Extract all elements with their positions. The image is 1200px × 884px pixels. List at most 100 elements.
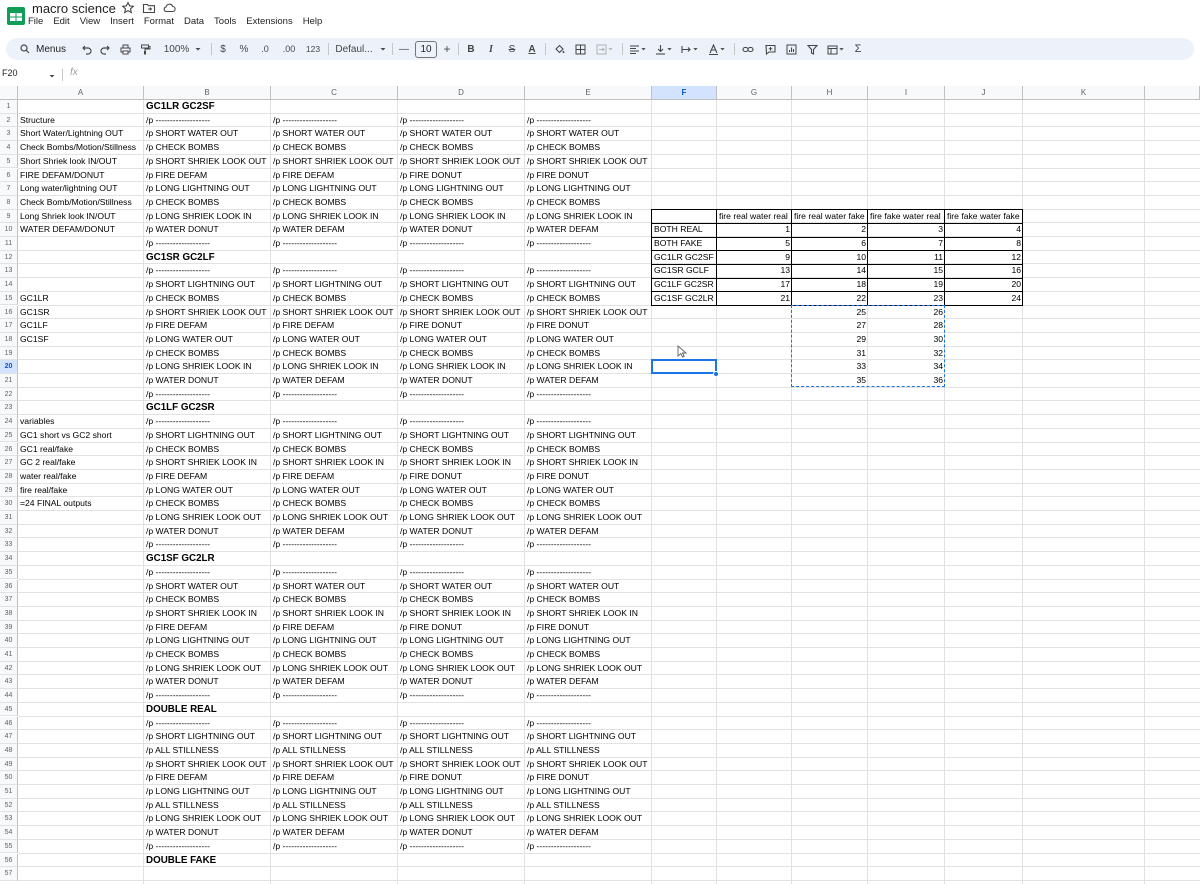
table-value-cell[interactable]: 16 (945, 264, 1023, 278)
cell[interactable]: Check Bomb/Motion/Stillness (18, 196, 144, 210)
table-value-cell[interactable]: 24 (945, 292, 1023, 306)
extra-value-cell[interactable]: 35 (792, 374, 868, 388)
row-header[interactable]: 47 (0, 730, 18, 744)
cell[interactable]: /p SHORT SHRIEK LOOK OUT (398, 306, 525, 320)
cell[interactable]: /p CHECK BOMBS (525, 141, 652, 155)
row-header[interactable]: 50 (0, 771, 18, 785)
cell[interactable]: /p ------------------- (398, 689, 525, 703)
percent-format-button[interactable]: % (237, 38, 251, 60)
italic-button[interactable]: I (483, 38, 499, 60)
cell[interactable]: /p WATER DONUT (144, 826, 271, 840)
row-header[interactable]: 2 (0, 113, 18, 128)
cell[interactable]: /p SHORT SHRIEK LOOK IN (525, 607, 652, 621)
row-header[interactable]: 42 (0, 661, 18, 676)
row-header[interactable]: 48 (0, 743, 18, 758)
cell[interactable]: /p ------------------- (271, 415, 398, 429)
cell[interactable]: /p FIRE DONUT (398, 470, 525, 484)
cell[interactable]: /p SHORT LIGHTNING OUT (525, 730, 652, 744)
cell[interactable]: /p CHECK BOMBS (525, 593, 652, 607)
cell[interactable]: /p LONG LIGHTNING OUT (144, 634, 271, 648)
cell[interactable]: /p FIRE DONUT (398, 621, 525, 635)
more-formats-button[interactable]: 123 (302, 38, 324, 60)
cell[interactable]: /p CHECK BOMBS (271, 648, 398, 662)
cell[interactable]: /p ALL STILLNESS (271, 744, 398, 758)
row-header[interactable]: 26 (0, 442, 18, 457)
cell[interactable]: /p LONG SHRIEK LOOK OUT (398, 511, 525, 525)
table-value-cell[interactable]: 8 (945, 237, 1023, 251)
cell[interactable]: /p SHORT SHRIEK LOOK IN (144, 456, 271, 470)
row-header[interactable]: 49 (0, 757, 18, 772)
row-header[interactable]: 5 (0, 154, 18, 169)
cell[interactable]: Structure (18, 114, 144, 128)
sheets-logo-icon[interactable] (6, 4, 26, 28)
cell[interactable]: /p FIRE DONUT (398, 771, 525, 785)
cell[interactable]: /p LONG SHRIEK LOOK IN (525, 360, 652, 374)
cell[interactable]: /p CHECK BOMBS (525, 443, 652, 457)
cell[interactable]: /p ------------------- (525, 689, 652, 703)
insert-comment-button[interactable] (761, 38, 779, 60)
cell[interactable]: GC 2 real/fake (18, 456, 144, 470)
cell[interactable]: /p ALL STILLNESS (525, 744, 652, 758)
column-header-j[interactable]: J (945, 86, 1023, 100)
bold-button[interactable]: B (463, 38, 479, 60)
menus-search-button[interactable]: Menus (14, 38, 72, 60)
column-header-d[interactable]: D (398, 86, 525, 100)
extra-value-cell[interactable]: 27 (792, 319, 868, 333)
cell[interactable]: /p WATER DEFAM (271, 826, 398, 840)
cell[interactable]: /p CHECK BOMBS (144, 347, 271, 361)
cell[interactable]: GC1LR (18, 292, 144, 306)
fill-color-button[interactable] (551, 38, 567, 60)
row-header[interactable]: 6 (0, 168, 18, 183)
cell[interactable]: water real/fake (18, 470, 144, 484)
table-row-label[interactable]: GC1LF GC2SR (652, 278, 717, 292)
row-header[interactable]: 7 (0, 182, 18, 196)
cell[interactable]: /p SHORT SHRIEK LOOK IN (398, 607, 525, 621)
text-rotation-button[interactable] (705, 38, 729, 60)
row-header[interactable]: 3 (0, 127, 18, 142)
cell[interactable]: /p ------------------- (271, 114, 398, 128)
cell[interactable]: /p CHECK BOMBS (398, 141, 525, 155)
merge-cells-button[interactable] (594, 38, 616, 60)
cell[interactable]: /p WATER DONUT (398, 826, 525, 840)
cell[interactable]: /p CHECK BOMBS (398, 347, 525, 361)
cell[interactable]: variables (18, 415, 144, 429)
cell[interactable]: /p FIRE DONUT (525, 470, 652, 484)
cell[interactable]: /p WATER DONUT (398, 223, 525, 237)
cell[interactable]: /p SHORT WATER OUT (525, 580, 652, 594)
cell[interactable]: /p CHECK BOMBS (144, 497, 271, 511)
cell[interactable]: /p ------------------- (525, 388, 652, 402)
cell[interactable]: /p WATER DONUT (398, 525, 525, 539)
text-wrapping-button[interactable] (679, 38, 701, 60)
row-header[interactable]: 35 (0, 565, 18, 580)
cell[interactable]: /p SHORT SHRIEK LOOK IN (144, 607, 271, 621)
extra-value-cell[interactable]: 26 (868, 306, 945, 320)
column-header-h[interactable]: H (792, 86, 868, 100)
cell[interactable]: /p SHORT SHRIEK LOOK OUT (144, 306, 271, 320)
cell[interactable]: /p ------------------- (271, 264, 398, 278)
menu-view[interactable]: View (80, 16, 100, 30)
cell[interactable]: /p ------------------- (144, 689, 271, 703)
increase-decimal-button[interactable]: .00 (279, 38, 299, 60)
cell[interactable]: /p ------------------- (525, 114, 652, 128)
zoom-select[interactable]: 100% (162, 38, 204, 60)
cell[interactable]: /p SHORT WATER OUT (271, 580, 398, 594)
cell[interactable]: /p ALL STILLNESS (144, 744, 271, 758)
table-header-cell[interactable]: fire real water fake (792, 210, 868, 224)
move-folder-icon[interactable] (142, 1, 156, 15)
cell[interactable]: /p LONG WATER OUT (144, 333, 271, 347)
cell[interactable]: /p CHECK BOMBS (398, 648, 525, 662)
cell[interactable]: /p CHECK BOMBS (144, 292, 271, 306)
cell[interactable]: /p LONG SHRIEK LOOK IN (271, 360, 398, 374)
cell[interactable]: Long Shriek look IN/OUT (18, 210, 144, 224)
cell[interactable]: /p CHECK BOMBS (271, 292, 398, 306)
table-value-cell[interactable]: 5 (717, 237, 792, 251)
cell[interactable]: Long water/lightning OUT (18, 182, 144, 196)
row-header[interactable]: 54 (0, 826, 18, 840)
row-header[interactable]: 20 (0, 360, 18, 374)
cell[interactable]: /p FIRE DEFAM (271, 169, 398, 183)
row-header[interactable]: 34 (0, 552, 18, 566)
cell[interactable]: /p FIRE DEFAM (144, 319, 271, 333)
cell[interactable]: FIRE DEFAM/DONUT (18, 169, 144, 183)
cell[interactable]: /p ------------------- (144, 264, 271, 278)
cell[interactable]: /p CHECK BOMBS (398, 196, 525, 210)
